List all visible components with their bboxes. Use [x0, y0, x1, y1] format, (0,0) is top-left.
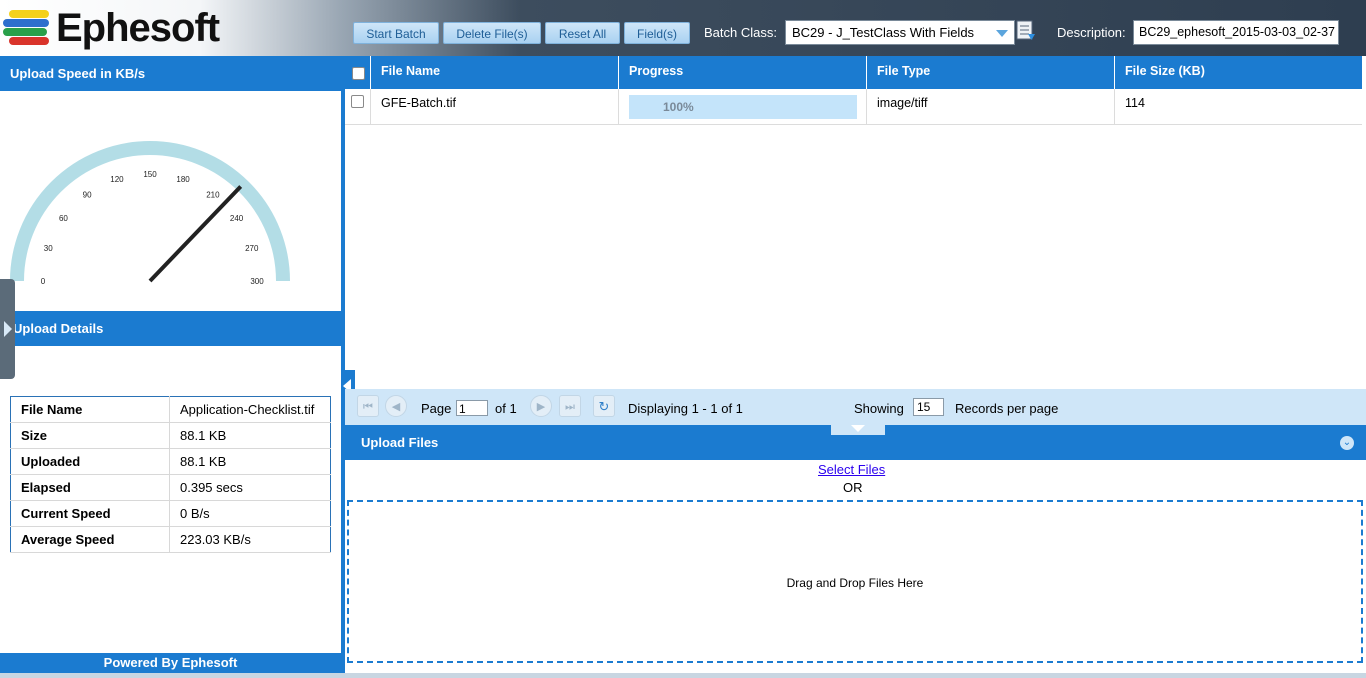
- side-panel-toggle[interactable]: [0, 279, 15, 379]
- gauge-tick-label: 150: [143, 170, 157, 179]
- row-checkbox[interactable]: [351, 95, 364, 108]
- ephesoft-logo-icon: [3, 10, 49, 45]
- batch-class-details-icon[interactable]: [1016, 20, 1036, 42]
- progress-label: 100%: [663, 100, 694, 114]
- chevron-down-icon: [851, 425, 865, 432]
- app-logo-text: Ephesoft: [56, 6, 220, 50]
- upload-speed-header: Upload Speed in KB/s: [0, 56, 341, 91]
- gauge-tick-label: 300: [250, 277, 264, 286]
- file-name-cell: GFE-Batch.tif: [371, 89, 619, 124]
- showing-label: Showing: [854, 401, 904, 416]
- last-page-icon[interactable]: ⏭: [559, 395, 581, 417]
- upload-progress-bar: 100%: [629, 95, 857, 119]
- upload-details-table: File Name Application-Checklist.tif Size 88…: [10, 396, 331, 553]
- detail-value: 0.395 secs: [169, 474, 331, 501]
- taskbar-edge: [0, 673, 1366, 678]
- description-input[interactable]: BC29_ephesoft_2015-03-03_02-37: [1133, 20, 1339, 45]
- detail-value: 223.03 KB/s: [169, 526, 331, 553]
- row-select-cell: [345, 89, 371, 124]
- gauge-tick-label: 0: [41, 277, 46, 286]
- detail-value: 88.1 KB: [169, 448, 331, 475]
- detail-label: Size: [10, 422, 170, 449]
- batch-class-select[interactable]: BC29 - J_TestClass With Fields: [785, 20, 1015, 45]
- displaying-text: Displaying 1 - 1 of 1: [628, 401, 743, 416]
- detail-row: Elapsed 0.395 secs: [10, 474, 331, 501]
- panel-divider[interactable]: [341, 56, 345, 673]
- gauge-tick-label: 60: [59, 214, 68, 223]
- detail-label: Uploaded: [10, 448, 170, 475]
- gauge-tick-label: 210: [206, 190, 220, 199]
- page-count: of 1: [495, 401, 517, 416]
- page-label: Page: [421, 401, 452, 416]
- upload-footer-space: [345, 663, 1366, 673]
- fields-button[interactable]: Field(s): [624, 22, 690, 44]
- select-files-link[interactable]: Select Files: [818, 462, 885, 477]
- start-batch-button[interactable]: Start Batch: [353, 22, 439, 44]
- page-number-input[interactable]: 1: [456, 400, 488, 416]
- detail-row: Size 88.1 KB: [10, 422, 331, 449]
- gauge-tick-label: 90: [83, 190, 92, 199]
- file-grid-header: File Name Progress File Type File Size (…: [345, 56, 1362, 89]
- grid-scroll-edge: [1362, 56, 1366, 389]
- detail-row: Uploaded 88.1 KB: [10, 448, 331, 475]
- column-header-progress[interactable]: Progress: [619, 56, 867, 89]
- detail-row: File Name Application-Checklist.tif: [10, 396, 331, 423]
- file-size-cell: 114: [1125, 96, 1145, 110]
- gauge-tick-label: 30: [44, 244, 53, 253]
- pagination-bar: ⏮ ◀ Page 1 of 1 ▶ ⏭ ↻ Displaying 1 - 1 o…: [345, 389, 1366, 425]
- gauge-tick-label: 240: [230, 214, 244, 223]
- gauge-tick-label: 120: [110, 175, 124, 184]
- batch-class-value: BC29 - J_TestClass With Fields: [792, 25, 975, 40]
- detail-value: 0 B/s: [169, 500, 331, 527]
- drop-zone-text: Drag and Drop Files Here: [786, 576, 924, 590]
- description-label: Description:: [1057, 25, 1126, 40]
- file-type-cell: image/tiff: [867, 89, 1115, 124]
- select-all-cell: [345, 56, 371, 89]
- column-header-file-size[interactable]: File Size (KB): [1115, 56, 1362, 89]
- delete-files-button[interactable]: Delete File(s): [443, 22, 541, 44]
- first-page-icon[interactable]: ⏮: [357, 395, 379, 417]
- powered-by-footer: Powered By Ephesoft: [0, 653, 341, 673]
- detail-value: 88.1 KB: [169, 422, 331, 449]
- records-per-page-label: Records per page: [955, 401, 1059, 416]
- detail-row: Current Speed 0 B/s: [10, 500, 331, 527]
- upload-speed-gauge: 0 30 60 90 120 150 180 210 240 270 300: [10, 141, 290, 286]
- drop-zone[interactable]: Drag and Drop Files Here: [347, 500, 1363, 663]
- records-per-page-input[interactable]: 15: [913, 398, 944, 416]
- reset-all-button[interactable]: Reset All: [545, 22, 620, 44]
- gauge-tick-label: 180: [176, 175, 190, 184]
- column-header-file-name[interactable]: File Name: [371, 56, 619, 89]
- detail-value: Application-Checklist.tif: [169, 396, 331, 423]
- refresh-icon[interactable]: ↻: [593, 395, 615, 417]
- previous-page-icon[interactable]: ◀: [385, 395, 407, 417]
- detail-label: File Name: [10, 396, 170, 423]
- table-row[interactable]: GFE-Batch.tif 100% image/tiff 114: [345, 89, 1362, 125]
- gauge-needle: [148, 185, 243, 283]
- collapse-circle-icon[interactable]: ⌄: [1340, 436, 1354, 450]
- upload-details-header: Upload Details: [0, 311, 341, 346]
- detail-label: Elapsed: [10, 474, 170, 501]
- or-text: OR: [843, 480, 863, 495]
- chevron-right-icon: [4, 321, 12, 337]
- column-header-file-type[interactable]: File Type: [867, 56, 1115, 89]
- batch-class-label: Batch Class:: [704, 25, 777, 40]
- detail-row: Average Speed 223.03 KB/s: [10, 526, 331, 553]
- next-page-icon[interactable]: ▶: [530, 395, 552, 417]
- upload-panel-toggle[interactable]: [831, 425, 885, 435]
- detail-label: Average Speed: [10, 526, 170, 553]
- chevron-down-icon: [996, 30, 1008, 37]
- select-all-checkbox[interactable]: [352, 67, 365, 80]
- detail-label: Current Speed: [10, 500, 170, 527]
- gauge-tick-label: 270: [245, 244, 259, 253]
